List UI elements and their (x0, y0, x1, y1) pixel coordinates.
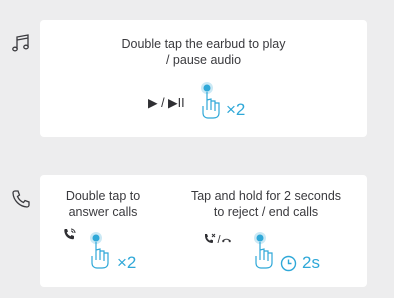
hold-duration-label: 2s (302, 253, 320, 272)
reject-call-line1: Tap and hold for 2 seconds (190, 189, 342, 203)
incoming-call-icon (62, 227, 78, 243)
answer-call-line2: answer calls (68, 205, 138, 219)
audio-controls-card: Double tap the earbud to play / pause au… (40, 20, 367, 137)
audio-instruction: Double tap the earbud to play / pause au… (80, 36, 327, 68)
audio-instruction-line1: Double tap the earbud to play (121, 37, 286, 51)
answer-call-instruction: Double tap to answer calls (48, 188, 158, 220)
calls-controls-card: Double tap to answer calls Tap and hold … (40, 175, 367, 287)
clock-icon (280, 255, 297, 272)
reject-call-icon: / (203, 233, 233, 247)
reject-call-line2: to reject / end calls (213, 205, 319, 219)
svg-text:/: / (218, 234, 222, 246)
reject-call-instruction: Tap and hold for 2 seconds to reject / e… (173, 188, 359, 220)
answer-call-line1: Double tap to (65, 189, 141, 203)
play-pause-symbol: ▶ / ▶II (148, 96, 185, 110)
music-note-icon (10, 32, 32, 54)
double-tap-gesture-icon (195, 80, 229, 120)
phone-icon (10, 188, 32, 210)
double-tap-gesture-icon (84, 230, 118, 270)
tap-count-label: ×2 (117, 253, 137, 272)
tap-hold-gesture-icon (248, 230, 282, 270)
audio-instruction-line2: / pause audio (165, 53, 242, 67)
tap-count-label: ×2 (226, 100, 246, 119)
